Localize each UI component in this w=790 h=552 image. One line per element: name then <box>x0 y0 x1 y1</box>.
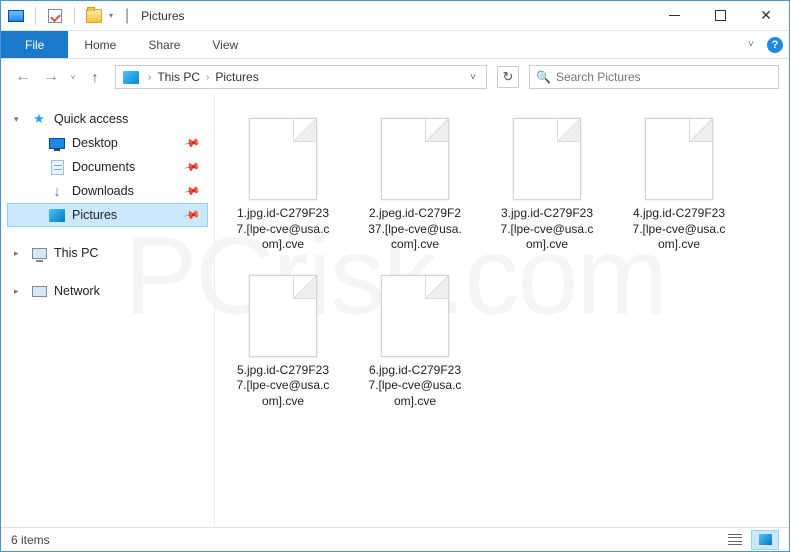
sidebar-item-label: Pictures <box>72 208 117 222</box>
chevron-right-icon[interactable]: ▸ <box>14 248 19 259</box>
qat-dropdown[interactable]: ▾ <box>109 11 113 20</box>
explorer-icon <box>7 7 25 25</box>
qat-divider <box>35 7 36 25</box>
file-name-label: 1.jpg.id-C279F237.[lpe-cve@usa.com].cve <box>234 206 332 253</box>
file-name-label: 6.jpg.id-C279F237.[lpe-cve@usa.com].cve <box>366 363 464 410</box>
pin-icon: 📌 <box>183 158 202 177</box>
file-thumb-icon <box>645 118 713 200</box>
ribbon-tab-view[interactable]: View <box>196 31 254 58</box>
file-item[interactable]: 2.jpeg.id-C279F237.[lpe-cve@usa.com].cve <box>361 113 469 258</box>
view-details-button[interactable] <box>721 530 749 550</box>
pin-icon: 📌 <box>183 134 202 153</box>
view-large-icons-button[interactable] <box>751 530 779 550</box>
sidebar-item-label: This PC <box>54 246 98 260</box>
sidebar-item-downloads[interactable]: ↓ Downloads 📌 <box>7 179 208 203</box>
desktop-icon <box>48 135 66 151</box>
file-thumb-icon <box>513 118 581 200</box>
file-thumb-icon <box>381 118 449 200</box>
sidebar-this-pc[interactable]: ▸ This PC <box>7 241 208 265</box>
chevron-right-icon[interactable]: › <box>202 72 213 83</box>
ribbon-file-tab[interactable]: File <box>1 31 68 58</box>
large-icons-icon <box>759 534 772 545</box>
file-name-label: 2.jpeg.id-C279F237.[lpe-cve@usa.com].cve <box>366 206 464 253</box>
sidebar-item-label: Documents <box>72 160 135 174</box>
ribbon-expand-button[interactable]: ˅ <box>741 31 761 58</box>
sidebar-network[interactable]: ▸ Network <box>7 279 208 303</box>
sidebar-item-label: Network <box>54 284 100 298</box>
pin-icon: 📌 <box>183 182 202 201</box>
file-list-pane[interactable]: 1.jpg.id-C279F237.[lpe-cve@usa.com].cve 2… <box>215 95 789 527</box>
help-button[interactable]: ? <box>761 31 789 58</box>
status-bar: 6 items <box>1 527 789 551</box>
close-button[interactable]: ✕ <box>743 1 789 31</box>
chevron-right-icon[interactable]: › <box>144 72 155 83</box>
sidebar-item-label: Desktop <box>72 136 118 150</box>
details-icon <box>728 534 742 546</box>
refresh-button[interactable]: ↻ <box>497 66 519 88</box>
breadcrumb-current[interactable]: Pictures <box>213 70 260 84</box>
status-count: 6 items <box>11 533 50 547</box>
file-name-label: 5.jpg.id-C279F237.[lpe-cve@usa.com].cve <box>234 363 332 410</box>
qat-folder-button[interactable] <box>85 7 103 25</box>
titlebar: ▾ | Pictures ✕ <box>1 1 789 31</box>
nav-history-dropdown[interactable]: ˅ <box>67 73 79 82</box>
sidebar-item-desktop[interactable]: Desktop 📌 <box>7 131 208 155</box>
sidebar-quick-access[interactable]: ▾ ★ Quick access <box>7 107 208 131</box>
documents-icon <box>48 159 66 175</box>
breadcrumb-root[interactable]: This PC <box>155 70 202 84</box>
minimize-button[interactable] <box>651 1 697 31</box>
nav-forward-button[interactable]: → <box>39 65 63 89</box>
ribbon-tab-share[interactable]: Share <box>132 31 196 58</box>
sidebar-item-documents[interactable]: Documents 📌 <box>7 155 208 179</box>
file-item[interactable]: 4.jpg.id-C279F237.[lpe-cve@usa.com].cve <box>625 113 733 258</box>
file-item[interactable]: 6.jpg.id-C279F237.[lpe-cve@usa.com].cve <box>361 270 469 415</box>
ribbon-tab-home[interactable]: Home <box>68 31 132 58</box>
pin-icon: 📌 <box>183 206 202 225</box>
search-box[interactable]: 🔍 <box>529 65 779 89</box>
address-dropdown[interactable]: ˅ <box>462 72 484 83</box>
file-item[interactable]: 1.jpg.id-C279F237.[lpe-cve@usa.com].cve <box>229 113 337 258</box>
file-item[interactable]: 5.jpg.id-C279F237.[lpe-cve@usa.com].cve <box>229 270 337 415</box>
pictures-icon <box>48 207 66 223</box>
navigation-row: ← → ˅ ↑ › This PC › Pictures ˅ ↻ 🔍 <box>1 59 789 95</box>
file-name-label: 3.jpg.id-C279F237.[lpe-cve@usa.com].cve <box>498 206 596 253</box>
maximize-button[interactable] <box>697 1 743 31</box>
location-icon <box>122 68 140 86</box>
chevron-down-icon[interactable]: ▾ <box>14 114 19 125</box>
downloads-icon: ↓ <box>48 183 66 199</box>
sidebar-item-label: Quick access <box>54 112 128 126</box>
search-input[interactable] <box>556 70 772 84</box>
star-icon: ★ <box>30 111 48 127</box>
nav-up-button[interactable]: ↑ <box>83 65 107 89</box>
file-item[interactable]: 3.jpg.id-C279F237.[lpe-cve@usa.com].cve <box>493 113 601 258</box>
help-icon: ? <box>767 37 783 53</box>
file-thumb-icon <box>381 275 449 357</box>
file-name-label: 4.jpg.id-C279F237.[lpe-cve@usa.com].cve <box>630 206 728 253</box>
sidebar-item-label: Downloads <box>72 184 134 198</box>
qat-divider <box>74 7 75 25</box>
window-title: Pictures <box>141 9 184 23</box>
network-icon <box>30 283 48 299</box>
navigation-pane: ▾ ★ Quick access Desktop 📌 Documents 📌 ↓ <box>1 95 215 527</box>
file-thumb-icon <box>249 275 317 357</box>
address-bar[interactable]: › This PC › Pictures ˅ <box>115 65 487 89</box>
sidebar-item-pictures[interactable]: Pictures 📌 <box>7 203 208 227</box>
file-thumb-icon <box>249 118 317 200</box>
qat-properties-button[interactable] <box>46 7 64 25</box>
nav-back-button[interactable]: ← <box>11 65 35 89</box>
title-separator: | <box>125 7 129 25</box>
chevron-right-icon[interactable]: ▸ <box>14 286 19 297</box>
search-icon: 🔍 <box>536 70 551 84</box>
pc-icon <box>30 245 48 261</box>
ribbon: File Home Share View ˅ ? <box>1 31 789 59</box>
